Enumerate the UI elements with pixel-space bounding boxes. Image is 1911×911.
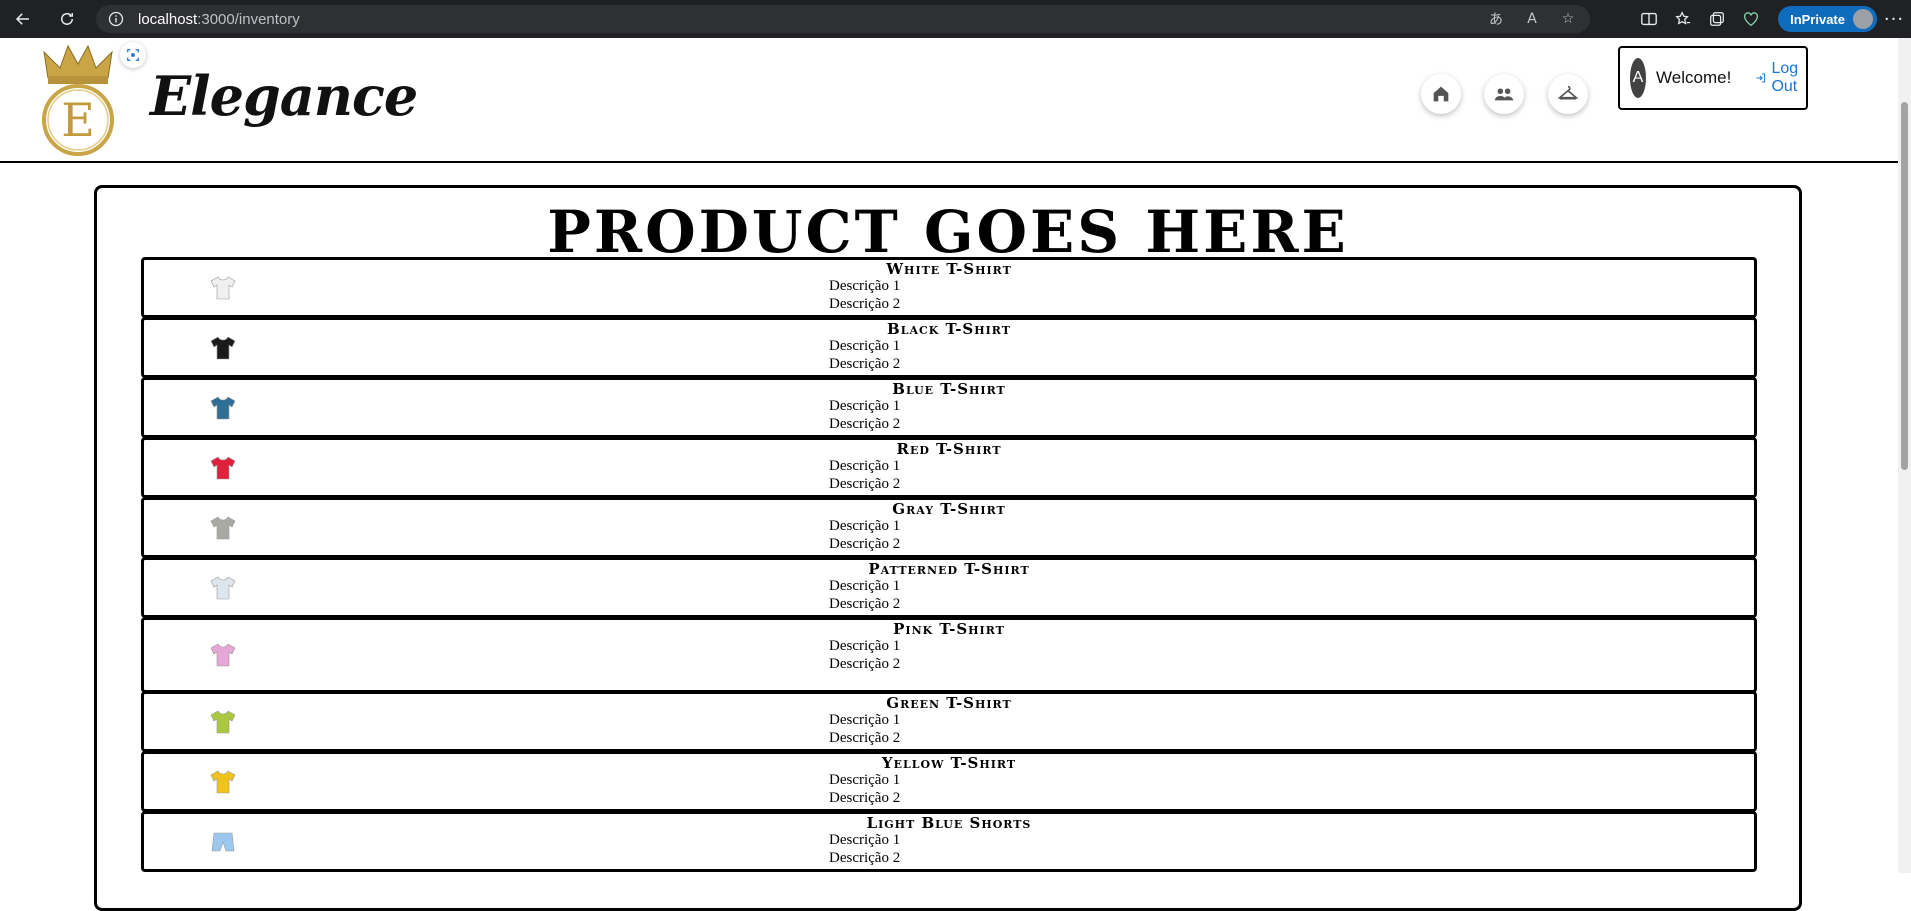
translate-icon[interactable]: あ	[1486, 9, 1506, 29]
page-title: PRODUCT GOES HERE	[547, 198, 1349, 266]
product-description-1: Descrição 1	[829, 832, 901, 848]
product-panel: PRODUCT GOES HERE White T-Shirt Descrição…	[94, 185, 1802, 911]
product-image[interactable]	[208, 640, 238, 670]
product-name: White T-Shirt	[886, 260, 1012, 278]
brand-name: Elegance	[150, 64, 418, 128]
product-description-2: Descrição 2	[829, 790, 901, 806]
user-avatar[interactable]: A	[1630, 58, 1647, 98]
product-name: Blue T-Shirt	[892, 380, 1006, 398]
user-welcome-panel: A Welcome! Log Out	[1618, 46, 1808, 110]
product-description-1: Descrição 1	[829, 772, 901, 788]
product-description-2: Descrição 2	[829, 356, 901, 372]
product-row[interactable]: Pink T-Shirt Descrição 1 Descrição 2	[141, 617, 1757, 693]
people-icon	[1494, 88, 1514, 101]
product-name: Pink T-Shirt	[893, 620, 1005, 638]
product-name: Patterned T-Shirt	[868, 560, 1030, 578]
product-row[interactable]: Red T-Shirt Descrição 1 Descrição 2	[141, 437, 1757, 498]
product-description-2: Descrição 2	[829, 476, 901, 492]
product-row[interactable]: White T-Shirt Descrição 1 Descrição 2	[141, 257, 1757, 318]
logout-label: Log Out	[1771, 60, 1799, 95]
read-aloud-icon[interactable]: A	[1522, 9, 1542, 29]
product-name: Light Blue Shorts	[866, 814, 1032, 832]
product-description-2: Descrição 2	[829, 656, 901, 672]
product-row[interactable]: Patterned T-Shirt Descrição 1 Descrição 2	[141, 557, 1757, 618]
visual-search-icon[interactable]	[120, 42, 146, 68]
product-description-2: Descrição 2	[829, 536, 901, 552]
users-button[interactable]	[1484, 74, 1524, 114]
product-description-1: Descrição 1	[829, 518, 901, 534]
page-scrollbar[interactable]	[1898, 38, 1911, 873]
address-bar[interactable]: localhost:3000/inventory あ A ☆	[96, 5, 1590, 33]
inprivate-badge[interactable]: InPrivate	[1778, 6, 1877, 32]
product-name: Gray T-Shirt	[892, 500, 1006, 518]
browser-toolbar: localhost:3000/inventory あ A ☆ InPrivate…	[0, 0, 1911, 38]
scrollbar-thumb[interactable]	[1901, 102, 1908, 470]
site-info-icon[interactable]	[108, 11, 124, 27]
product-description-2: Descrição 2	[829, 596, 901, 612]
refresh-icon[interactable]	[56, 8, 78, 30]
favorite-star-icon[interactable]: ☆	[1558, 9, 1578, 29]
product-name: Green T-Shirt	[886, 694, 1012, 712]
inprivate-label: InPrivate	[1790, 11, 1845, 27]
product-description-2: Descrição 2	[829, 296, 901, 312]
logout-button[interactable]: Log Out	[1755, 60, 1806, 96]
svg-text:E: E	[61, 93, 95, 147]
inventory-button[interactable]	[1548, 74, 1588, 114]
home-button[interactable]	[1421, 74, 1461, 114]
product-description-2: Descrição 2	[829, 850, 901, 866]
product-description-2: Descrição 2	[829, 730, 901, 746]
product-description-1: Descrição 1	[829, 278, 901, 294]
product-name: Black T-Shirt	[887, 320, 1011, 338]
hanger-icon	[1557, 85, 1579, 100]
product-row[interactable]: Green T-Shirt Descrição 1 Descrição 2	[141, 691, 1757, 752]
product-row[interactable]: Black T-Shirt Descrição 1 Descrição 2	[141, 317, 1757, 378]
home-icon	[1433, 86, 1449, 102]
back-icon[interactable]	[12, 8, 34, 30]
logout-icon	[1756, 73, 1766, 83]
product-description-1: Descrição 1	[829, 338, 901, 354]
profile-avatar[interactable]	[1853, 9, 1873, 29]
product-row[interactable]: Yellow T-Shirt Descrição 1 Descrição 2	[141, 751, 1757, 812]
product-row[interactable]: Gray T-Shirt Descrição 1 Descrição 2	[141, 497, 1757, 558]
collections-icon[interactable]	[1700, 2, 1734, 36]
product-row[interactable]: Light Blue Shorts Descrição 1 Descrição 2	[141, 811, 1757, 872]
site-header: E Elegance A Welcome! Log Out	[0, 38, 1898, 163]
product-name: Yellow T-Shirt	[881, 754, 1017, 772]
favorites-icon[interactable]	[1666, 2, 1700, 36]
url-text: localhost:3000/inventory	[138, 10, 300, 28]
product-row[interactable]: Blue T-Shirt Descrição 1 Descrição 2	[141, 377, 1757, 438]
product-description-2: Descrição 2	[829, 416, 901, 432]
product-description-1: Descrição 1	[829, 712, 901, 728]
browser-essentials-icon[interactable]	[1734, 2, 1768, 36]
split-screen-icon[interactable]	[1632, 2, 1666, 36]
elegance-logo[interactable]: E	[34, 42, 122, 158]
product-name: Red T-Shirt	[896, 440, 1002, 458]
product-description-1: Descrição 1	[829, 458, 901, 474]
more-menu-icon[interactable]: ···	[1877, 9, 1911, 30]
product-description-1: Descrição 1	[829, 578, 901, 594]
product-description-1: Descrição 1	[829, 398, 901, 414]
welcome-text: Welcome!	[1656, 68, 1732, 87]
product-description-1: Descrição 1	[829, 638, 901, 654]
